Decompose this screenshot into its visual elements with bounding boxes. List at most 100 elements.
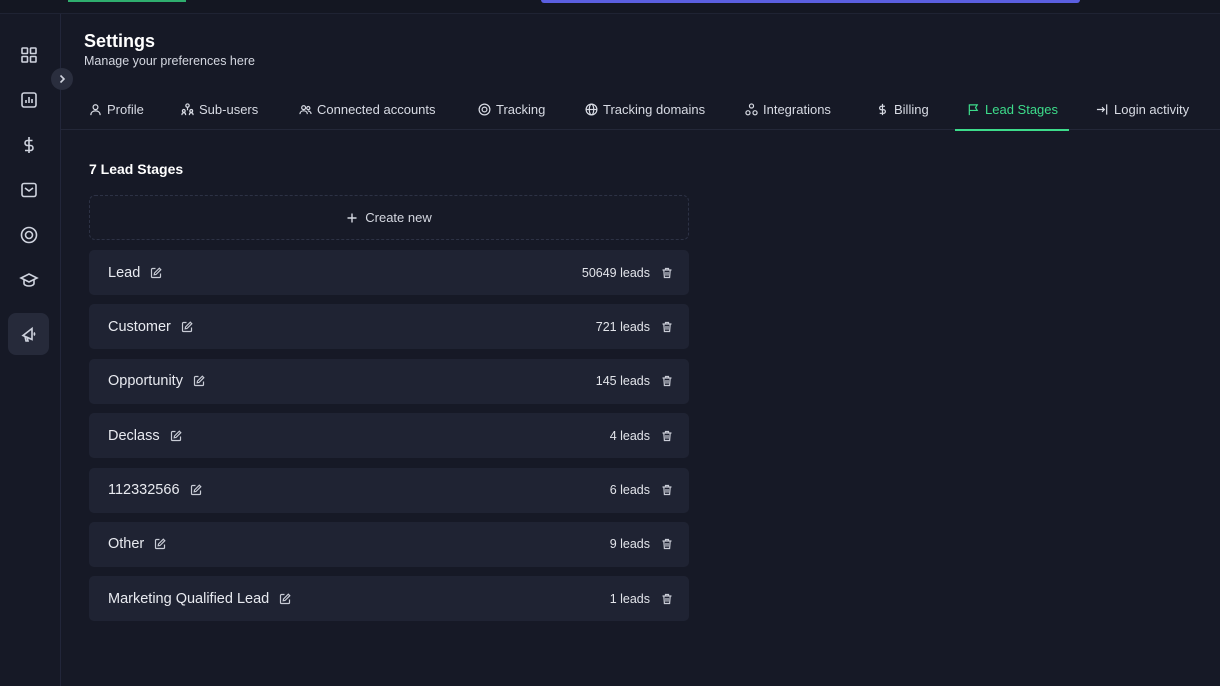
stage-right: 1 leads [610, 592, 673, 606]
tab-label: Login activity [1114, 101, 1190, 117]
user-icon [90, 103, 101, 115]
chevron-right-icon [59, 74, 66, 84]
sub-users-icon [181, 102, 194, 115]
stage-lead-count: 4 leads [609, 428, 650, 443]
trash-icon[interactable] [661, 321, 673, 333]
tab-tracking[interactable]: Tracking [478, 88, 545, 130]
stage-name: Customer [108, 318, 171, 335]
edit-icon[interactable] [181, 321, 193, 333]
stage-name: 112332566 [108, 482, 180, 499]
trash-icon[interactable] [661, 484, 673, 496]
tab-label: Sub-users [199, 101, 259, 117]
tab-label: Integrations [763, 101, 831, 117]
megaphone-icon [20, 326, 35, 342]
stage-right: 721 leads [596, 320, 673, 334]
stage-right: 9 leads [610, 537, 673, 551]
sidebar-item-learning[interactable] [8, 260, 49, 300]
stage-right: 6 leads [610, 483, 673, 497]
settings-tabs: Profile Sub-users Connected accounts Tra… [61, 88, 1220, 131]
trash-icon[interactable] [661, 538, 673, 550]
tab-label: Profile [107, 101, 144, 117]
edit-icon[interactable] [193, 375, 205, 387]
lead-stage-row[interactable]: 112332566 6 leads [89, 467, 689, 513]
stage-left: Lead [108, 265, 162, 281]
lead-stage-row[interactable]: Lead 50649 leads [89, 250, 689, 295]
inbox-icon [20, 182, 37, 198]
tab-billing[interactable]: Billing [876, 88, 929, 130]
stage-left: 112332566 [108, 482, 202, 498]
edit-icon[interactable] [170, 430, 182, 442]
stage-name: Lead [108, 264, 141, 281]
stage-name: Other [108, 536, 145, 553]
stage-lead-count: 1 leads [609, 591, 650, 606]
stage-right: 145 leads [596, 374, 673, 388]
sidebar-item-campaigns[interactable] [8, 313, 49, 355]
page-header: Settings Manage your preferences here [84, 30, 255, 69]
stage-name: Opportunity [108, 373, 183, 390]
create-new-label: Create new [365, 210, 432, 225]
tab-label: Tracking domains [603, 101, 706, 117]
page-subtitle: Manage your preferences here [84, 54, 255, 68]
tab-integrations[interactable]: Integrations [745, 88, 831, 130]
tab-connected-accounts[interactable]: Connected accounts [299, 88, 436, 130]
stage-right: 50649 leads [582, 266, 673, 280]
dollar-icon [879, 103, 886, 115]
tab-lead-stages[interactable]: Lead Stages [954, 88, 1070, 131]
sidebar [0, 14, 61, 686]
stage-lead-count: 6 leads [609, 483, 650, 498]
stage-name: Declass [108, 427, 160, 444]
tab-label: Tracking [496, 101, 546, 117]
edit-icon[interactable] [150, 266, 162, 279]
tab-label: Connected accounts [317, 101, 436, 117]
users-icon [299, 104, 312, 114]
edit-icon[interactable] [190, 484, 202, 496]
tab-label: Billing [894, 101, 929, 117]
lead-stage-list: Lead 50649 leads Customer 721 leads Opportun… [89, 250, 689, 631]
lead-stage-row[interactable]: Marketing Qualified Lead 1 leads [89, 576, 689, 622]
lead-stage-row[interactable]: Customer 721 leads [89, 304, 689, 350]
lead-stage-row[interactable]: Opportunity 145 leads [89, 358, 689, 404]
stage-left: Declass [108, 428, 182, 444]
target-icon [20, 226, 37, 244]
lead-stage-row[interactable]: Other 9 leads [89, 521, 689, 567]
login-icon [1096, 103, 1108, 115]
lead-stages-count-title: 7 Lead Stages [89, 161, 184, 177]
sidebar-item-billing[interactable] [8, 125, 49, 165]
top-bar-accent [68, 0, 186, 2]
stage-name: Marketing Qualified Lead [108, 590, 270, 607]
stage-right: 4 leads [610, 429, 673, 443]
sidebar-item-dashboard[interactable] [8, 35, 49, 75]
page-title: Settings [84, 31, 156, 51]
plus-icon [347, 213, 357, 222]
edit-icon[interactable] [279, 593, 291, 605]
stage-lead-count: 9 leads [609, 537, 650, 552]
sidebar-item-analytics[interactable] [8, 80, 49, 120]
bar-chart-icon [20, 92, 37, 108]
graduation-cap-icon [18, 273, 39, 287]
stage-left: Opportunity [108, 373, 205, 389]
sidebar-collapse-button[interactable] [51, 68, 73, 90]
tab-sub-users[interactable]: Sub-users [181, 88, 258, 130]
dashboard-grid-icon [20, 47, 37, 63]
stage-lead-count: 721 leads [595, 319, 650, 334]
tab-profile[interactable]: Profile [89, 88, 144, 130]
globe-icon [585, 103, 598, 115]
top-bar [0, 0, 1220, 14]
trash-icon[interactable] [661, 593, 673, 605]
stage-left: Other [108, 536, 166, 552]
lead-stage-row[interactable]: Declass 4 leads [89, 413, 689, 459]
create-new-stage-button[interactable]: Create new [89, 195, 689, 240]
tab-login-activity[interactable]: Login activity [1096, 88, 1189, 130]
dollar-icon [23, 137, 34, 153]
stage-left: Customer [108, 319, 193, 335]
sidebar-item-tracking[interactable] [8, 215, 49, 255]
trash-icon[interactable] [661, 375, 673, 387]
target-icon [478, 103, 491, 115]
trash-icon[interactable] [661, 430, 673, 442]
trash-icon[interactable] [661, 267, 673, 279]
stage-lead-count: 145 leads [595, 374, 650, 389]
tab-tracking-domains[interactable]: Tracking domains [585, 88, 705, 130]
sidebar-item-inbox[interactable] [8, 170, 49, 210]
edit-icon[interactable] [154, 538, 166, 550]
integrations-icon [745, 102, 758, 115]
